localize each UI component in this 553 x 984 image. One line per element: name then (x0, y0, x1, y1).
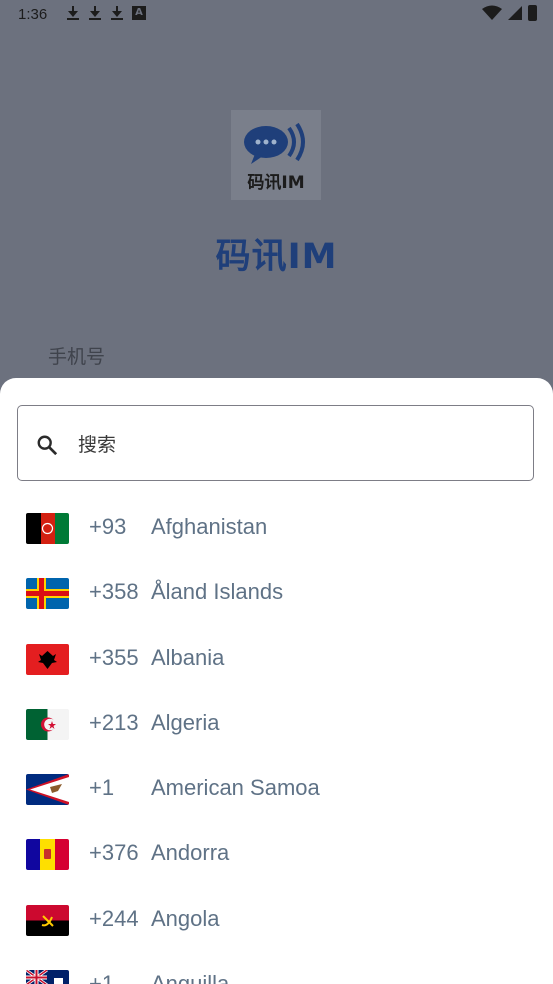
country-code: +93 (89, 514, 127, 539)
country-code: +244 (89, 905, 139, 931)
country-name: Anguilla (151, 971, 230, 984)
country-code: +213 (89, 709, 139, 735)
afghanistan-flag-icon (26, 513, 69, 544)
a-box-icon: A (132, 6, 146, 20)
aland-flag-icon (26, 578, 69, 610)
country-name: Algeria (151, 709, 220, 735)
svg-text:码讯IM: 码讯IM (247, 173, 304, 193)
country-row-andorra[interactable]: +376 Andorra (0, 822, 553, 887)
country-row-anguilla[interactable]: +1 Anguilla (0, 953, 553, 984)
app-title: 码讯IM (215, 237, 338, 277)
phone-label: 手机号 (48, 346, 106, 368)
download-icon (66, 5, 80, 21)
status-time: 1:36 (18, 6, 48, 23)
country-row-albania[interactable]: +355 Albania (0, 627, 553, 692)
country-row-aland-islands[interactable]: +358 Åland Islands (0, 561, 553, 626)
country-row-american-samoa[interactable]: +1 American Samoa (0, 757, 553, 822)
albania-flag-icon (26, 643, 69, 675)
country-list: +93 Afghanistan +358 Åland Islands +355 … (0, 496, 553, 984)
anguilla-flag-icon (26, 970, 69, 984)
download-icon (110, 5, 124, 21)
country-name: Åland Islands (151, 579, 284, 605)
country-code: +358 (89, 579, 139, 605)
country-name: Afghanistan (151, 514, 268, 539)
wifi-icon (482, 5, 502, 20)
status-bar: 1:36 A (0, 0, 553, 30)
country-picker-sheet: +93 Afghanistan +358 Åland Islands +355 … (0, 378, 553, 984)
app-logo: 码讯IM (231, 110, 321, 200)
american-samoa-flag-icon (26, 774, 69, 806)
country-row-algeria[interactable]: +213 Algeria (0, 692, 553, 757)
battery-icon (528, 5, 537, 21)
search-icon (37, 435, 58, 456)
download-icon (88, 5, 102, 21)
country-name: Andorra (151, 840, 230, 866)
country-code: +355 (89, 644, 139, 670)
signal-icon (508, 6, 522, 20)
country-name: Albania (151, 644, 225, 670)
search-input[interactable] (76, 420, 520, 470)
country-name: Angola (151, 905, 220, 931)
country-row-angola[interactable]: +244 Angola (0, 888, 553, 953)
algeria-flag-icon (26, 708, 69, 740)
andorra-flag-icon (26, 839, 69, 871)
country-code: +376 (89, 840, 139, 866)
angola-flag-icon (26, 904, 69, 936)
country-code: +1 (89, 775, 115, 801)
country-name: American Samoa (151, 775, 320, 801)
country-row-afghanistan[interactable]: +93 Afghanistan (0, 496, 553, 561)
search-field[interactable] (17, 405, 534, 481)
country-code: +1 (89, 971, 115, 984)
